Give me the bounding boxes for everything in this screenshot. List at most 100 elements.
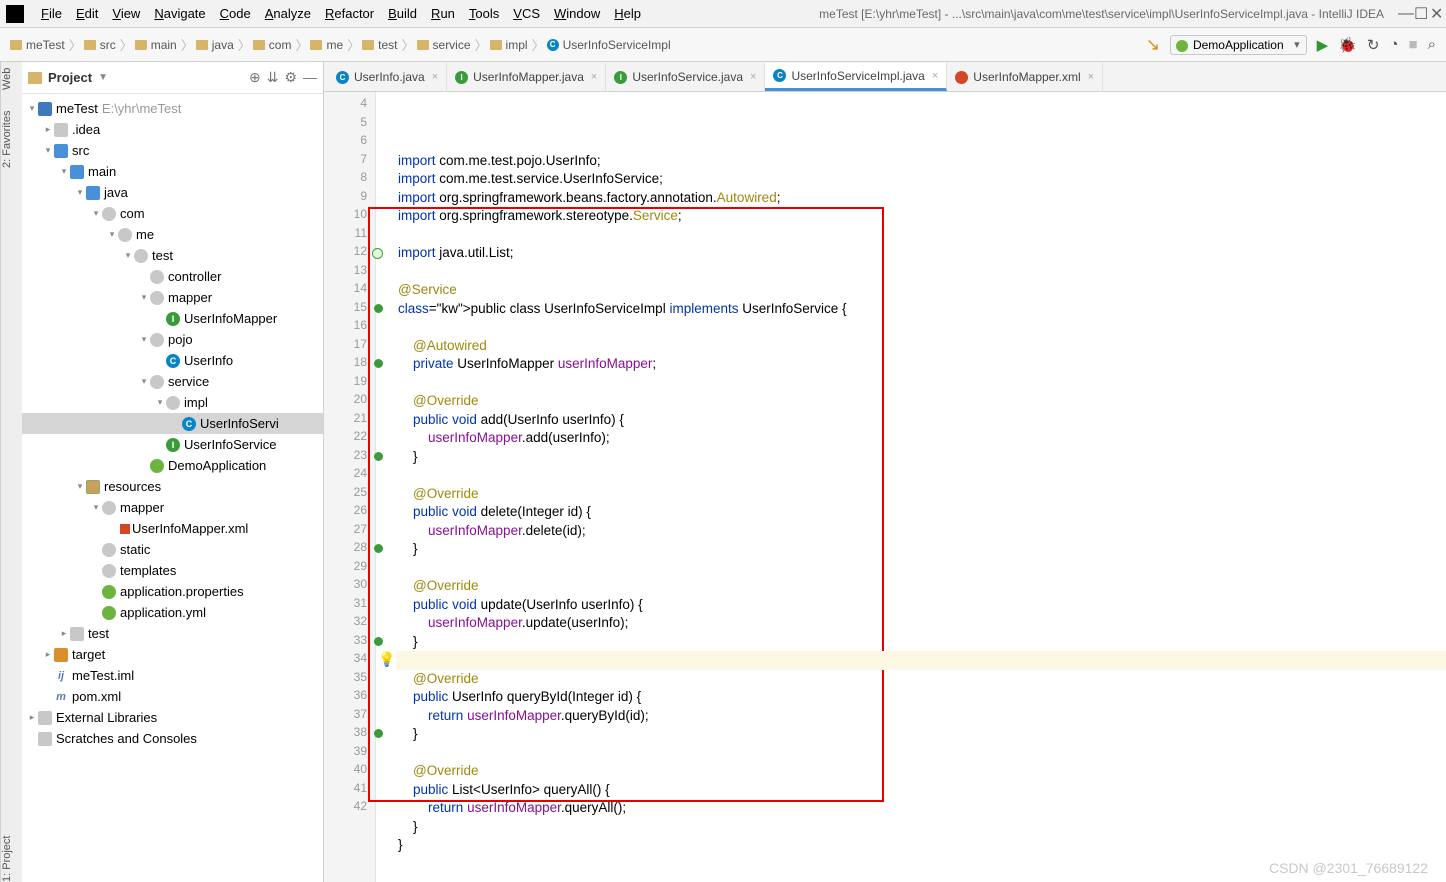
tree-test[interactable]: ▸test [22, 623, 323, 644]
tree-templates[interactable]: templates [22, 560, 323, 581]
crumb-service[interactable]: service [417, 38, 471, 52]
locate-icon[interactable]: ⊕ [249, 69, 261, 86]
menu-build[interactable]: Build [381, 6, 424, 21]
menu-refactor[interactable]: Refactor [318, 6, 381, 21]
tree-demoapplication[interactable]: DemoApplication [22, 455, 323, 476]
crumb-src[interactable]: src [84, 38, 116, 52]
tree-userinfomapper-xml[interactable]: UserInfoMapper.xml [22, 518, 323, 539]
collapse-icon[interactable]: ⇊ [267, 69, 279, 86]
line-number[interactable]: 23 [324, 448, 367, 467]
tab-userinfomapper-java[interactable]: IUserInfoMapper.java× [447, 63, 606, 91]
maximize-icon[interactable]: ☐ [1408, 4, 1424, 24]
menu-window[interactable]: Window [547, 6, 607, 21]
line-number[interactable]: 41 [324, 781, 367, 800]
tree-userinfo[interactable]: CUserInfo [22, 350, 323, 371]
line-number[interactable]: 20 [324, 392, 367, 411]
line-number[interactable]: 6 [324, 133, 367, 152]
tree-pojo[interactable]: ▾pojo [22, 329, 323, 350]
stop-icon[interactable]: ■ [1409, 36, 1418, 53]
menu-edit[interactable]: Edit [69, 6, 105, 21]
line-number[interactable]: 37 [324, 707, 367, 726]
menu-run[interactable]: Run [424, 6, 462, 21]
line-number[interactable]: 7 [324, 152, 367, 171]
tree-service[interactable]: ▾service [22, 371, 323, 392]
tree-scratches-and-consoles[interactable]: Scratches and Consoles [22, 728, 323, 749]
menu-vcs[interactable]: VCS [506, 6, 547, 21]
tree-resources[interactable]: ▾resources [22, 476, 323, 497]
gear-icon[interactable]: ⚙ [284, 69, 297, 86]
code-area[interactable]: import com.me.test.pojo.UserInfo; import… [396, 92, 1446, 882]
tree-impl[interactable]: ▾impl [22, 392, 323, 413]
tree-metest-iml[interactable]: ijmeTest.iml [22, 665, 323, 686]
line-number[interactable]: 38 [324, 725, 367, 744]
line-number[interactable]: 26 [324, 503, 367, 522]
line-number[interactable]: 32 [324, 614, 367, 633]
profiler-icon[interactable]: ◔ [1389, 36, 1398, 53]
crumb-impl[interactable]: impl [490, 38, 528, 52]
line-number[interactable]: 39 [324, 744, 367, 763]
strip-favorites[interactable]: 2: Favorites [1, 110, 22, 167]
line-number[interactable]: 33 [324, 633, 367, 652]
menu-code[interactable]: Code [213, 6, 258, 21]
tree-external-libraries[interactable]: ▸External Libraries [22, 707, 323, 728]
editor-body[interactable]: 4567891011121314151617181920212223242526… [324, 92, 1446, 882]
strip-project[interactable]: 1: Project [1, 836, 22, 882]
line-number[interactable]: 29 [324, 559, 367, 578]
chevron-down-icon[interactable]: ▼ [98, 72, 108, 83]
debug-icon[interactable]: 🐞 [1338, 36, 1357, 54]
crumb-meTest[interactable]: meTest [10, 38, 65, 52]
line-number[interactable]: 16 [324, 318, 367, 337]
tree--idea[interactable]: ▸.idea [22, 119, 323, 140]
menu-tools[interactable]: Tools [462, 6, 506, 21]
line-number[interactable]: 8 [324, 170, 367, 189]
tab-userinfo-java[interactable]: CUserInfo.java× [328, 63, 447, 91]
run-with-coverage-icon[interactable]: ↻ [1367, 36, 1380, 54]
tree-com[interactable]: ▾com [22, 203, 323, 224]
line-number[interactable]: 27 [324, 522, 367, 541]
tree-main[interactable]: ▾main [22, 161, 323, 182]
line-number[interactable]: 14 [324, 281, 367, 300]
project-tree[interactable]: ▾meTestE:\yhr\meTest▸.idea▾src▾main▾java… [22, 94, 323, 882]
tab-userinfoserviceimpl-java[interactable]: CUserInfoServiceImpl.java× [765, 63, 947, 91]
menu-view[interactable]: View [105, 6, 147, 21]
line-number[interactable]: 15 [324, 300, 367, 319]
build-icon[interactable]: ↘ [1146, 35, 1160, 55]
close-icon[interactable]: × [432, 71, 438, 83]
line-number[interactable]: 36 [324, 688, 367, 707]
tree-application-properties[interactable]: application.properties [22, 581, 323, 602]
tree-me[interactable]: ▾me [22, 224, 323, 245]
line-number[interactable]: 11 [324, 226, 367, 245]
line-number[interactable]: 42 [324, 799, 367, 818]
line-number[interactable]: 4 [324, 96, 367, 115]
crumb-me[interactable]: me [310, 38, 343, 52]
line-number[interactable]: 5 [324, 115, 367, 134]
sidebar-title[interactable]: Project [48, 70, 92, 85]
line-number[interactable]: 40 [324, 762, 367, 781]
line-number[interactable]: 35 [324, 670, 367, 689]
run-icon[interactable]: ▶ [1317, 36, 1329, 54]
crumb-UserInfoServiceImpl[interactable]: CUserInfoServiceImpl [547, 38, 671, 52]
tree-metest[interactable]: ▾meTestE:\yhr\meTest [22, 98, 323, 119]
line-number[interactable]: 21 [324, 411, 367, 430]
tree-application-yml[interactable]: application.yml [22, 602, 323, 623]
line-number[interactable]: 25 [324, 485, 367, 504]
line-number[interactable]: 12 [324, 244, 367, 263]
tab-userinfomapper-xml[interactable]: UserInfoMapper.xml× [947, 63, 1103, 91]
tree-target[interactable]: ▸target [22, 644, 323, 665]
menu-navigate[interactable]: Navigate [147, 6, 212, 21]
tree-pom-xml[interactable]: mpom.xml [22, 686, 323, 707]
crumb-main[interactable]: main [135, 38, 177, 52]
search-icon[interactable]: ⌕ [1428, 36, 1436, 53]
line-number[interactable]: 34 [324, 651, 367, 670]
tree-userinfoservice[interactable]: IUserInfoService [22, 434, 323, 455]
tree-java[interactable]: ▾java [22, 182, 323, 203]
line-number[interactable]: 31 [324, 596, 367, 615]
tree-controller[interactable]: controller [22, 266, 323, 287]
hide-icon[interactable]: — [303, 69, 317, 86]
tree-userinfomapper[interactable]: IUserInfoMapper [22, 308, 323, 329]
menu-file[interactable]: File [34, 6, 69, 21]
close-icon[interactable]: × [1088, 71, 1094, 83]
bulb-icon[interactable]: 💡 [378, 651, 395, 668]
tree-mapper[interactable]: ▾mapper [22, 287, 323, 308]
menu-help[interactable]: Help [607, 6, 648, 21]
